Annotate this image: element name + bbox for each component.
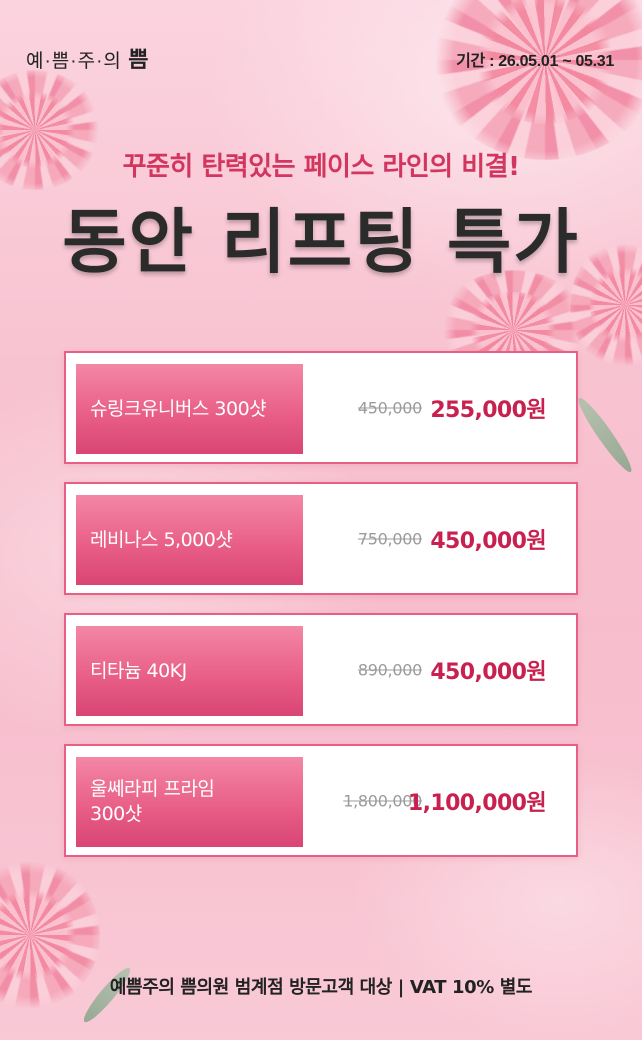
- carnation-flower-icon: [430, 0, 642, 160]
- sale-price: 450,000원: [430, 528, 546, 554]
- original-price: 890,000: [357, 660, 422, 679]
- footer-note: 예쁨주의 쁨의원 범계점 방문고객 대상 | VAT 10% 별도: [109, 977, 533, 998]
- price-card[interactable]: 레비나스 5,000샷 750,000 450,000원: [64, 482, 578, 595]
- leaf-icon: [573, 394, 637, 476]
- treatment-name: 울쎄라피 프라임 300샷: [76, 757, 303, 847]
- price-list: 슈링크유니버스 300샷 450,000 255,000원 레비나스 5,000…: [64, 351, 578, 875]
- sale-price: 255,000원: [430, 397, 546, 423]
- sale-price: 450,000원: [430, 659, 546, 685]
- treatment-name: 레비나스 5,000샷: [76, 495, 303, 585]
- price-card[interactable]: 티타늄 40KJ 890,000 450,000원: [64, 613, 578, 726]
- promo-page: 예·쁨·주·의 쁨 기간 : 26.05.01 ~ 05.31 꾸준히 탄력있는…: [0, 0, 642, 1040]
- treatment-name: 슈링크유니버스 300샷: [76, 364, 303, 454]
- brand-logo[interactable]: 예·쁨·주·의 쁨: [26, 42, 149, 74]
- logo-text: 예·쁨·주·의: [26, 51, 122, 72]
- logo-strong: 쁨: [128, 47, 150, 72]
- original-price: 450,000: [357, 398, 422, 417]
- price-card[interactable]: 울쎄라피 프라임 300샷 1,800,000 1,100,000원: [64, 744, 578, 857]
- hero-title: 동안 리프팅 특가: [62, 200, 580, 283]
- hero-subtitle: 꾸준히 탄력있는 페이스 라인의 비결!: [122, 152, 520, 182]
- original-price: 750,000: [357, 529, 422, 548]
- price-card[interactable]: 슈링크유니버스 300샷 450,000 255,000원: [64, 351, 578, 464]
- event-period: 기간 : 26.05.01 ~ 05.31: [456, 53, 614, 70]
- treatment-name: 티타늄 40KJ: [76, 626, 303, 716]
- sale-price: 1,100,000원: [407, 790, 547, 816]
